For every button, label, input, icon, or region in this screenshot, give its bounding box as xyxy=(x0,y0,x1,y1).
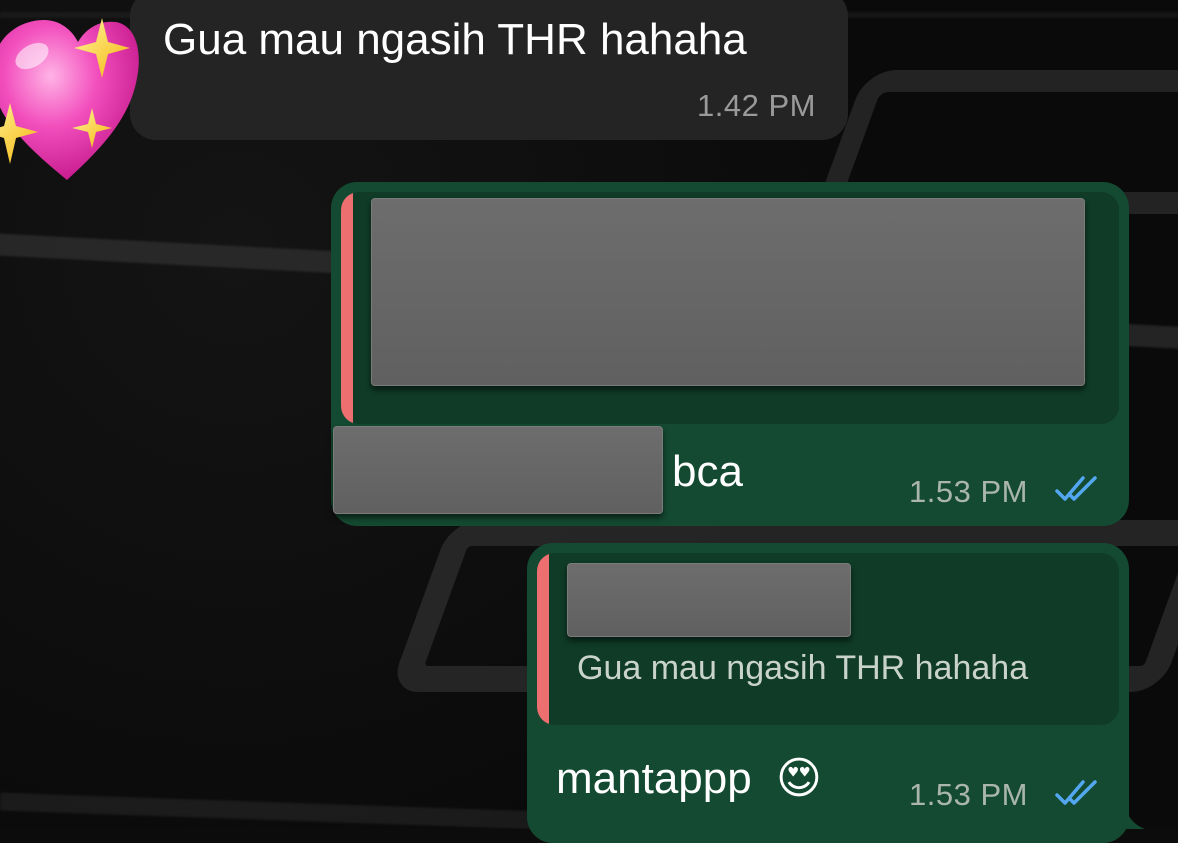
outgoing-message-bubble[interactable]: bca 1.53 PM xyxy=(331,182,1129,526)
wallpaper-stripe xyxy=(0,792,541,829)
message-text: mantappp 😍 xyxy=(556,757,822,801)
message-timestamp: 1.53 PM xyxy=(909,474,1028,509)
message-text: bca xyxy=(672,447,743,496)
wallpaper-stripe xyxy=(1124,323,1178,351)
heart-eyes-emoji-icon: 😍 xyxy=(775,754,822,803)
message-timestamp: 1.53 PM xyxy=(909,777,1028,812)
redacted-content xyxy=(371,198,1085,386)
quoted-message[interactable] xyxy=(341,192,1119,424)
quote-accent-bar xyxy=(537,553,549,725)
quote-accent-bar xyxy=(341,192,353,424)
read-receipt-icon xyxy=(1055,476,1097,501)
message-text: Gua mau ngasih THR hahaha xyxy=(163,15,747,64)
redacted-content xyxy=(333,426,663,514)
message-text-content: mantappp xyxy=(556,754,752,803)
sparkling-heart-icon xyxy=(0,18,139,180)
wallpaper-stripe xyxy=(0,232,341,274)
bubble-tail xyxy=(1115,789,1145,829)
quoted-text: Gua mau ngasih THR hahaha xyxy=(577,649,1029,687)
read-receipt-icon xyxy=(1055,780,1097,805)
quoted-message[interactable]: Gua mau ngasih THR hahaha xyxy=(537,553,1119,725)
incoming-message-bubble[interactable]: Gua mau ngasih THR hahaha 1.42 PM xyxy=(130,0,848,140)
outgoing-message-bubble[interactable]: Gua mau ngasih THR hahaha mantappp 😍 1.5… xyxy=(527,543,1129,843)
redacted-content xyxy=(567,563,851,637)
message-timestamp: 1.42 PM xyxy=(697,88,816,123)
